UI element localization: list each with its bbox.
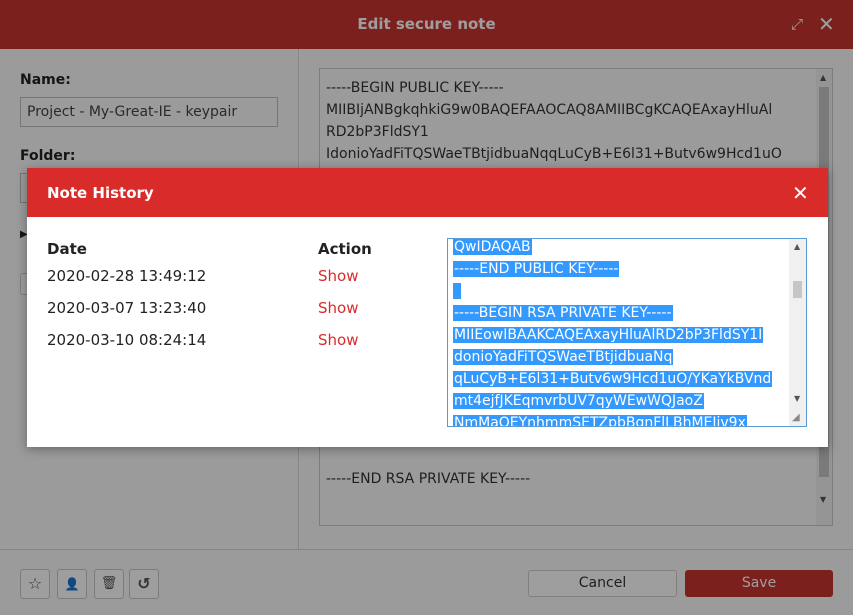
history-date: 2020-03-07 13:23:40 bbox=[47, 299, 207, 317]
history-date: 2020-03-10 08:24:14 bbox=[47, 331, 207, 349]
scroll-down-icon[interactable]: ▼ bbox=[794, 394, 800, 403]
action-column-header: Action bbox=[318, 240, 372, 258]
show-link[interactable]: Show bbox=[318, 267, 358, 285]
history-date: 2020-02-28 13:49:12 bbox=[47, 267, 207, 285]
note-history-dialog: Note History ✕ Date Action 2020-02-28 13… bbox=[27, 168, 828, 447]
dialog-title: Note History bbox=[47, 184, 154, 202]
selected-line: MIIEowIBAAKCAQEAxayHluAlRD2bP3FldSY1I bbox=[453, 327, 764, 343]
selected-line: mt4ejfJKEqmvrbUV7qyWEwWQJaoZ bbox=[453, 393, 704, 409]
scroll-up-icon[interactable]: ▲ bbox=[794, 242, 800, 251]
dialog-close-icon[interactable]: ✕ bbox=[792, 181, 809, 205]
selected-line: -----END PUBLIC KEY----- bbox=[453, 261, 620, 277]
selected-line: donioYadFiTQSWaeTBtjidbuaNq bbox=[453, 349, 674, 365]
scroll-thumb[interactable] bbox=[793, 281, 802, 298]
selected-line bbox=[453, 283, 461, 299]
history-content-textarea[interactable]: QwIDAQAB -----END PUBLIC KEY----- -----B… bbox=[447, 238, 807, 427]
show-link[interactable]: Show bbox=[318, 299, 358, 317]
resize-grip-icon[interactable]: ◢ bbox=[792, 412, 800, 423]
show-link[interactable]: Show bbox=[318, 331, 358, 349]
history-scrollbar[interactable]: ▲ ▼ ◢ bbox=[789, 239, 806, 426]
selected-line: QwIDAQAB bbox=[453, 239, 532, 255]
selected-line: -----BEGIN RSA PRIVATE KEY----- bbox=[453, 305, 673, 321]
selected-line: qLuCyB+E6l31+Butv6w9Hcd1uO/YKaYkBVnd bbox=[453, 371, 773, 387]
selected-line: NmMaQEYnhmmSETZpbBqnFlLBhMEIiv9x bbox=[453, 415, 747, 426]
date-column-header: Date bbox=[47, 240, 87, 258]
dialog-header: Note History ✕ bbox=[27, 168, 828, 217]
history-content: QwIDAQAB -----END PUBLIC KEY----- -----B… bbox=[453, 239, 789, 426]
